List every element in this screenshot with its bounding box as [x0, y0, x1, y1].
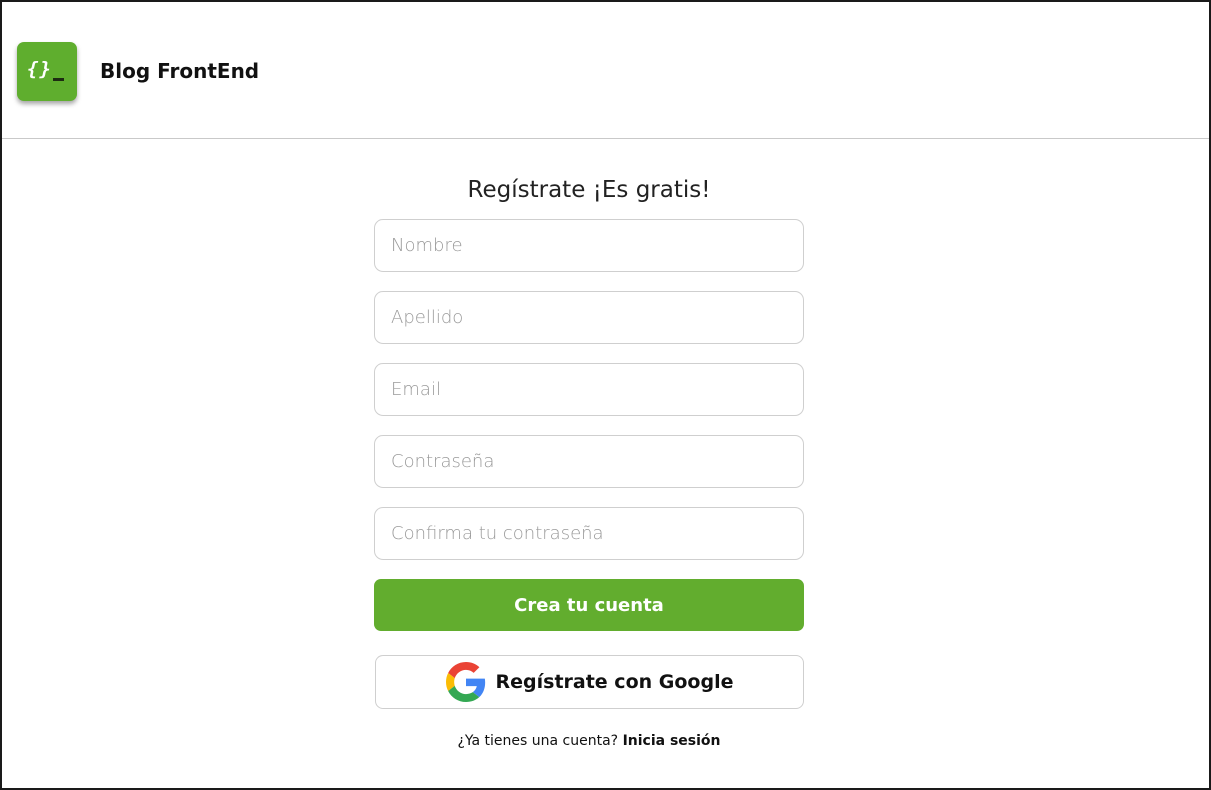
login-prompt-line: ¿Ya tienes una cuenta? Inicia sesión [374, 733, 804, 749]
confirm-password-input[interactable] [374, 507, 804, 560]
brand-name[interactable]: Blog FrontEnd [100, 59, 259, 83]
login-link[interactable]: Inicia sesión [623, 733, 721, 749]
password-input[interactable] [374, 435, 804, 488]
create-account-button[interactable]: Crea tu cuenta [374, 579, 804, 631]
google-signup-button[interactable]: Regístrate con Google [375, 655, 804, 709]
cursor-underscore-icon [53, 78, 64, 81]
first-name-input[interactable] [374, 219, 804, 272]
logo[interactable]: {} [17, 42, 77, 101]
login-prompt-text: ¿Ya tienes una cuenta? [457, 733, 623, 749]
last-name-input[interactable] [374, 291, 804, 344]
google-signup-label: Regístrate con Google [495, 671, 734, 693]
code-braces-icon: {} [27, 58, 52, 80]
email-input[interactable] [374, 363, 804, 416]
google-icon [445, 662, 485, 702]
form-title: Regístrate ¡Es gratis! [467, 177, 711, 203]
header: {} Blog FrontEnd [2, 2, 1209, 139]
app-window: {} Blog FrontEnd Regístrate ¡Es gratis! … [0, 0, 1211, 790]
